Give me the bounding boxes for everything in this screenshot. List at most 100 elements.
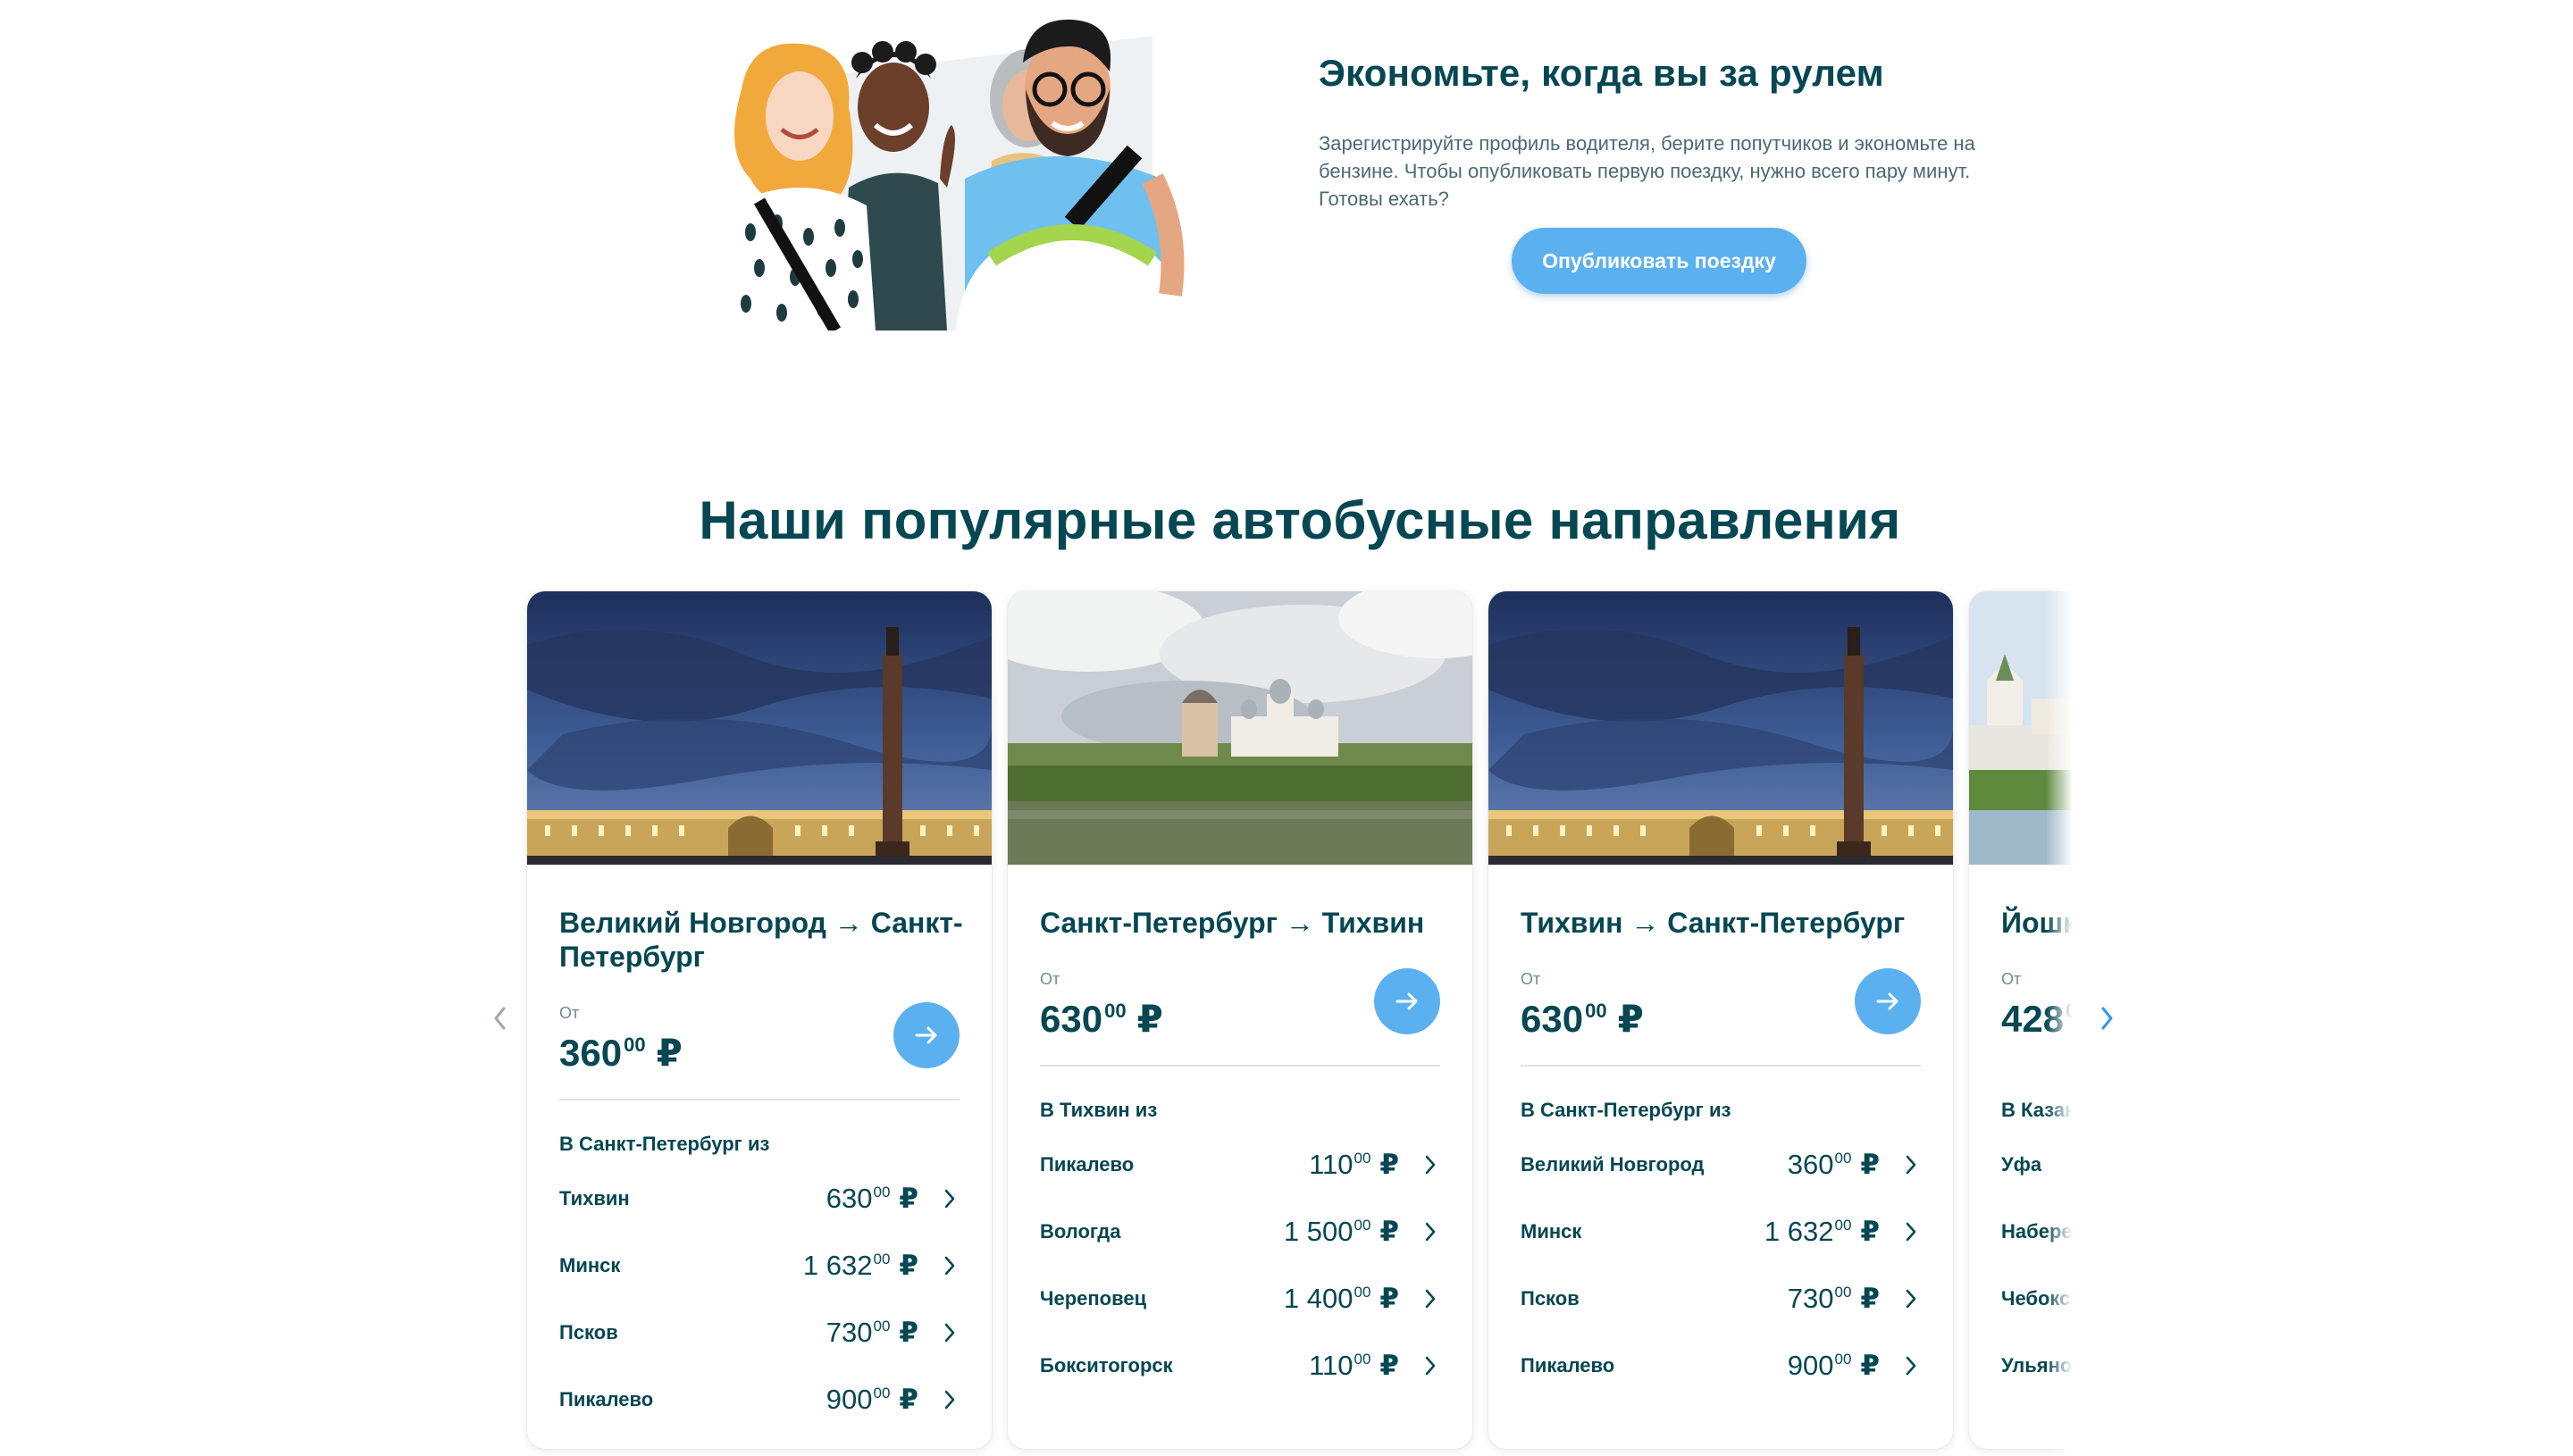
route-card[interactable]: Санкт-Петербург → Тихвин От 63000 ₽ В Тих… <box>1008 591 1472 1449</box>
route-row[interactable]: Псков 73000 ₽ <box>559 1304 960 1361</box>
route-price-decimal: 00 <box>1354 1150 1371 1167</box>
route-price-integer: 630 <box>826 1183 873 1214</box>
route-price-currency: ₽ <box>1860 1149 1880 1180</box>
route-price-decimal: 00 <box>1354 1351 1371 1368</box>
route-row[interactable]: Тихвин 63000 ₽ <box>559 1170 960 1227</box>
route-city: Череповец <box>1040 1287 1147 1310</box>
card-title: Йошкар-Ола → Казань <box>2001 907 2073 939</box>
price-from-label: От <box>1521 970 1541 988</box>
route-price-decimal: 00 <box>1354 1217 1371 1234</box>
chevron-right-icon <box>1901 1286 1921 1311</box>
route-price-currency: ₽ <box>1860 1350 1880 1381</box>
route-price-integer: 900 <box>826 1384 873 1415</box>
route-row[interactable]: Уфа <box>2001 1136 2073 1193</box>
price-from-label: От <box>1040 970 1060 988</box>
route-card[interactable]: Великий Новгород → Санкт-Петербург От 36… <box>527 591 992 1449</box>
route-price-decimal: 00 <box>1834 1150 1852 1167</box>
route-row[interactable]: Великий Новгород 36000 ₽ <box>1521 1136 1921 1193</box>
route-price-integer: 1 400 <box>1283 1283 1354 1314</box>
chevron-right-icon <box>1421 1152 1440 1177</box>
route-city: Пикалево <box>1040 1153 1135 1176</box>
route-price-integer: 1 500 <box>1283 1216 1354 1247</box>
chevron-right-icon <box>1421 1286 1440 1311</box>
route-row[interactable]: Бокситогорск 11000 ₽ <box>1040 1337 1440 1394</box>
route-row[interactable]: Псков 73000 ₽ <box>1521 1270 1921 1327</box>
chevron-right-icon <box>1421 1353 1440 1378</box>
route-city: Уфа <box>2001 1153 2042 1176</box>
card-subheading: В Тихвин из <box>1040 1099 1158 1121</box>
route-price-currency: ₽ <box>1379 1149 1399 1180</box>
route-city: Набережные Челны <box>2001 1220 2073 1243</box>
route-price-decimal: 00 <box>1834 1284 1852 1301</box>
route-price-integer: 360 <box>1787 1149 1834 1180</box>
go-to-route-button[interactable] <box>893 1002 960 1068</box>
route-price-integer: 110 <box>1309 1350 1354 1381</box>
route-price-currency: ₽ <box>1379 1283 1399 1314</box>
route-city: Ульяновск <box>2001 1354 2073 1377</box>
go-to-route-button[interactable] <box>1374 968 1440 1034</box>
chevron-right-icon <box>1901 1353 1921 1378</box>
route-city: Пикалево <box>559 1388 654 1410</box>
route-city: Псков <box>1521 1287 1580 1310</box>
card-subheading: В Санкт-Петербург из <box>1521 1099 1731 1121</box>
route-row[interactable]: Пикалево 90000 ₽ <box>559 1371 960 1428</box>
route-price-currency: ₽ <box>899 1183 918 1214</box>
route-price-integer: 900 <box>1787 1350 1834 1381</box>
route-row[interactable]: Чебоксары <box>2001 1270 2073 1327</box>
route-card[interactable]: Тихвин → Санкт-Петербург От 63000 ₽ В Сан… <box>1488 591 1953 1449</box>
card-title: Санкт-Петербург → Тихвин <box>1040 907 1425 939</box>
route-price-integer: 730 <box>826 1317 873 1348</box>
route-city: Минск <box>1521 1220 1582 1243</box>
route-price-integer: 1 632 <box>802 1250 873 1281</box>
promo-description: Зарегистрируйте профиль водителя, берите… <box>1319 132 1975 210</box>
carousel-prev-button[interactable] <box>482 1000 518 1036</box>
route-price-currency: ₽ <box>899 1384 918 1415</box>
price-from-label: От <box>2001 970 2022 988</box>
route-price-currency: ₽ <box>1860 1216 1880 1247</box>
card-image-tikhvin <box>1008 591 1472 865</box>
route-card[interactable]: Йошкар-Ола → Казань От 42800₽ В Казань и… <box>1969 591 2073 1449</box>
chevron-right-icon <box>940 1186 960 1211</box>
route-price-integer: 110 <box>1309 1149 1354 1180</box>
route-row[interactable]: Пикалево 11000 ₽ <box>1040 1136 1440 1193</box>
price-integer: 360 <box>559 1032 623 1074</box>
divider <box>1521 1065 1921 1067</box>
section-title: Наши популярные автобусные направления <box>699 490 1901 550</box>
publish-ride-button[interactable]: Опубликовать поездку <box>1512 228 1806 294</box>
card-subheading: В Санкт-Петербург из <box>559 1133 770 1155</box>
routes-carousel: Великий Новгород → Санкт-Петербург От 36… <box>518 581 2073 1456</box>
route-city: Великий Новгород <box>1521 1153 1705 1176</box>
chevron-right-icon <box>940 1253 960 1278</box>
price-currency: ₽ <box>1617 998 1644 1040</box>
route-price-integer: 730 <box>1787 1283 1834 1314</box>
route-city: Вологда <box>1040 1220 1121 1243</box>
route-price-currency: ₽ <box>899 1317 918 1348</box>
chevron-right-icon <box>1901 1219 1921 1244</box>
chevron-right-icon <box>940 1387 960 1412</box>
go-to-route-button[interactable] <box>1855 968 1921 1034</box>
route-city: Пикалево <box>1521 1354 1615 1377</box>
route-price-decimal: 00 <box>873 1184 891 1201</box>
route-row[interactable]: Вологда 1 50000 ₽ <box>1040 1203 1440 1260</box>
card-image-saint-petersburg <box>527 591 992 865</box>
route-price-currency: ₽ <box>1860 1283 1880 1314</box>
route-city: Бокситогорск <box>1040 1354 1173 1377</box>
chevron-right-icon <box>1901 1152 1921 1177</box>
arrow-right-icon <box>1876 992 1898 1010</box>
route-row[interactable]: Пикалево 90000 ₽ <box>1521 1337 1921 1394</box>
route-row[interactable]: Минск 1 63200 ₽ <box>559 1237 960 1294</box>
route-row[interactable]: Ульяновск <box>2001 1337 2073 1394</box>
route-row[interactable]: Череповец 1 40000 ₽ <box>1040 1270 1440 1327</box>
carousel-next-button[interactable] <box>2089 1000 2125 1036</box>
chevron-right-icon <box>940 1320 960 1345</box>
price-currency: ₽ <box>1136 998 1163 1040</box>
card-image-saint-petersburg <box>1488 591 1953 865</box>
chevron-right-icon <box>2101 1007 2113 1030</box>
route-row[interactable]: Набережные Челны <box>2001 1203 2073 1260</box>
route-row[interactable]: Минск 1 63200 ₽ <box>1521 1203 1921 1260</box>
price-from-label: От <box>559 1004 580 1022</box>
route-city: Минск <box>559 1254 621 1276</box>
route-city: Псков <box>559 1321 618 1343</box>
price-decimal: 00 <box>1585 1000 1607 1022</box>
promo-title: Экономьте, когда вы за рулем <box>1319 52 1884 94</box>
